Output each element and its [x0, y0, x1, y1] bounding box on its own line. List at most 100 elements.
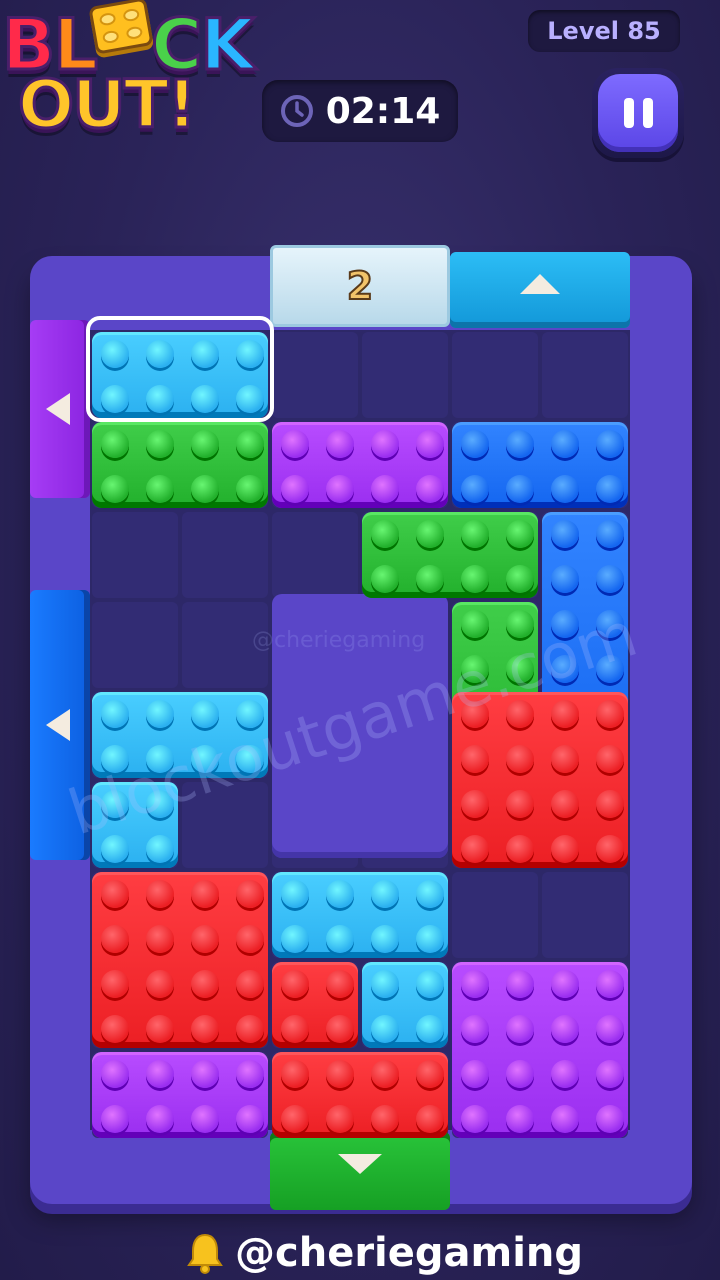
lego-stud: [416, 1105, 444, 1133]
lego-stud: [506, 475, 534, 503]
lego-stud: [101, 430, 129, 458]
board-cell: [92, 602, 178, 688]
lego-stud: [236, 970, 264, 998]
lego-stud: [326, 430, 354, 458]
lego-stud: [326, 1105, 354, 1133]
lego-stud: [416, 430, 444, 458]
piece-blue-right[interactable]: [452, 422, 628, 508]
lego-stud: [371, 430, 399, 458]
lego-stud: [416, 520, 444, 548]
lego-stud: [371, 565, 399, 593]
lego-stud: [101, 475, 129, 503]
lego-stud: [461, 970, 489, 998]
lego-stud: [506, 835, 534, 863]
lego-stud: [236, 1015, 264, 1043]
lego-stud: [326, 475, 354, 503]
lego-stud: [596, 430, 624, 458]
lego-stud: [506, 745, 534, 773]
ice-block-exit: 2: [270, 245, 450, 327]
lego-stud: [326, 970, 354, 998]
piece-purple-bottom-left[interactable]: [92, 1052, 268, 1138]
pause-icon: [598, 74, 678, 152]
lego-stud: [506, 1105, 534, 1133]
piece-purple-top[interactable]: [272, 422, 448, 508]
lego-stud: [281, 970, 309, 998]
lego-stud: [551, 1060, 579, 1088]
lego-stud: [101, 1015, 129, 1043]
lego-stud: [551, 430, 579, 458]
lego-stud: [416, 880, 444, 908]
lego-stud: [191, 475, 219, 503]
lego-stud: [371, 1060, 399, 1088]
lego-stud: [281, 475, 309, 503]
lego-stud: [416, 970, 444, 998]
timer: 02:14: [262, 80, 458, 142]
piece-cyan-bottom[interactable]: [272, 872, 448, 958]
lego-stud: [461, 565, 489, 593]
piece-green-middle[interactable]: [362, 512, 538, 598]
lego-stud: [551, 835, 579, 863]
selected-piece-outline: [86, 316, 274, 422]
lego-stud: [371, 880, 399, 908]
lego-stud: [371, 475, 399, 503]
lego-stud: [146, 700, 174, 728]
lego-stud: [596, 475, 624, 503]
piece-green-top[interactable]: [92, 422, 268, 508]
piece-red-left[interactable]: [92, 872, 268, 1048]
lego-stud: [191, 880, 219, 908]
lego-stud: [461, 1015, 489, 1043]
lego-stud: [461, 520, 489, 548]
ice-block-counter: 2: [346, 263, 374, 309]
exit-door-left-purple: [30, 320, 90, 498]
lego-stud: [236, 925, 264, 953]
board-cell: [92, 512, 178, 598]
lego-stud: [326, 880, 354, 908]
piece-cyan-bottom[interactable]: [362, 962, 448, 1048]
timer-value: 02:14: [325, 90, 441, 132]
lego-stud: [551, 520, 579, 548]
board-cell: [182, 512, 268, 598]
lego-stud: [416, 1060, 444, 1088]
watermark-small: @cheriegaming: [252, 628, 426, 653]
lego-stud: [416, 475, 444, 503]
lego-stud: [101, 925, 129, 953]
footer-handle: @cheriegaming: [185, 1230, 583, 1276]
lego-stud: [236, 430, 264, 458]
lego-stud: [596, 565, 624, 593]
lego-stud: [596, 745, 624, 773]
lego-stud: [191, 925, 219, 953]
lego-stud: [191, 1060, 219, 1088]
piece-purple-bottom-right[interactable]: [452, 962, 628, 1138]
arrow-left-icon: [46, 709, 70, 741]
lego-stud: [596, 520, 624, 548]
lego-stud: [281, 925, 309, 953]
exit-door-top-cyan: [450, 252, 630, 328]
lego-stud: [596, 700, 624, 728]
lego-stud: [506, 1060, 534, 1088]
lego-stud: [551, 1105, 579, 1133]
arrow-up-icon: [520, 274, 560, 294]
arrow-down-icon: [338, 1154, 382, 1174]
pause-button[interactable]: [592, 68, 684, 158]
lego-stud: [326, 925, 354, 953]
lego-stud: [461, 430, 489, 458]
lego-stud: [596, 1105, 624, 1133]
game-logo: BLOCK OUT!: [0, 0, 265, 155]
lego-stud: [461, 835, 489, 863]
piece-red-bottom[interactable]: [272, 962, 358, 1048]
lego-stud: [461, 1060, 489, 1088]
logo-line-2: OUT!: [17, 66, 199, 143]
lego-stud: [596, 1060, 624, 1088]
lego-stud: [551, 745, 579, 773]
board-cell: [452, 332, 538, 418]
bell-icon: [187, 1233, 223, 1274]
lego-stud: [236, 475, 264, 503]
lego-stud: [191, 430, 219, 458]
arrow-left-icon: [46, 393, 70, 425]
lego-stud: [461, 745, 489, 773]
piece-red-bottom[interactable]: [272, 1052, 448, 1138]
lego-stud: [146, 1105, 174, 1133]
lego-stud: [281, 430, 309, 458]
lego-stud: [416, 565, 444, 593]
lego-stud: [506, 430, 534, 458]
